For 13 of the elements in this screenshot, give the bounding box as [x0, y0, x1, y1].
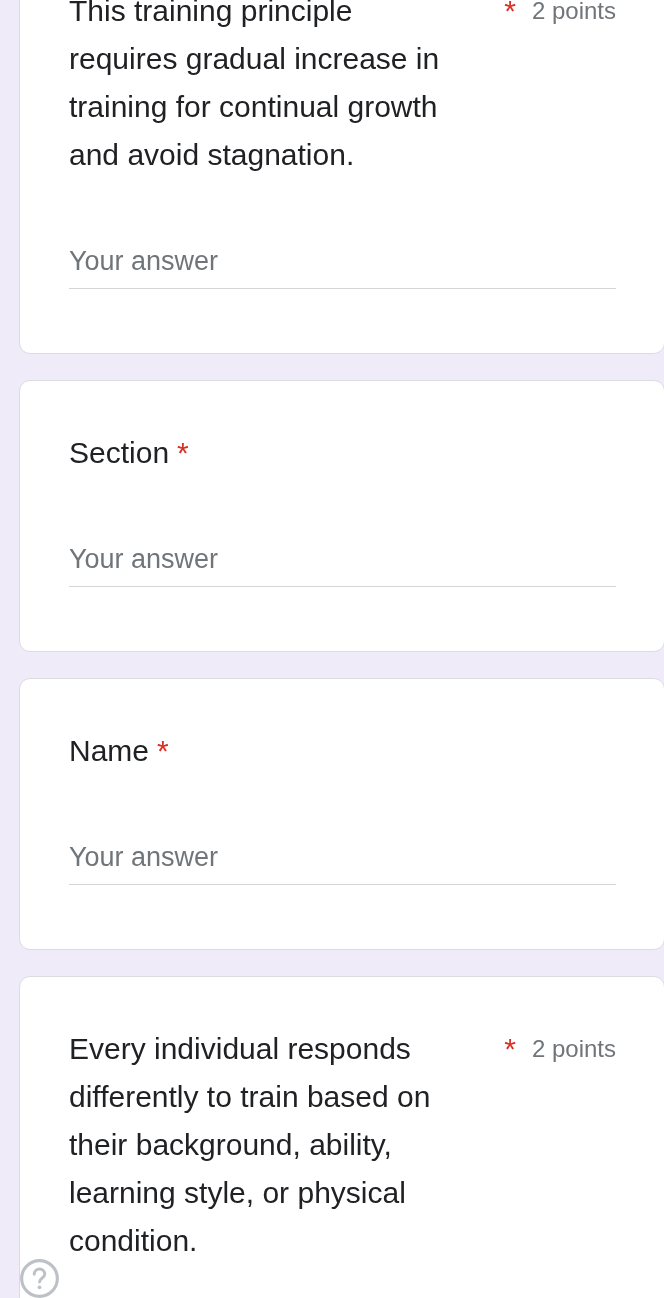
question-title: Every individual responds differently to train based on their background, ability, learning style, or physical condition.: [69, 1031, 432, 1259]
answer-field[interactable]: Your answer: [69, 544, 616, 587]
question-title: This training principle requires gradual increase in training for continual growth and avoid stagnation.: [69, 0, 441, 173]
question-title: Name: [69, 733, 150, 769]
required-mark: *: [157, 733, 169, 769]
question-title: Section: [69, 435, 170, 471]
required-mark: *: [504, 0, 516, 29]
required-mark: *: [504, 1031, 516, 1067]
points-label: 2 points: [531, 0, 616, 26]
required-mark: *: [177, 435, 189, 471]
answer-field[interactable]: Your answer: [69, 246, 616, 289]
points-label: 2 points: [531, 1034, 616, 1064]
answer-field[interactable]: Your answer: [69, 842, 616, 885]
